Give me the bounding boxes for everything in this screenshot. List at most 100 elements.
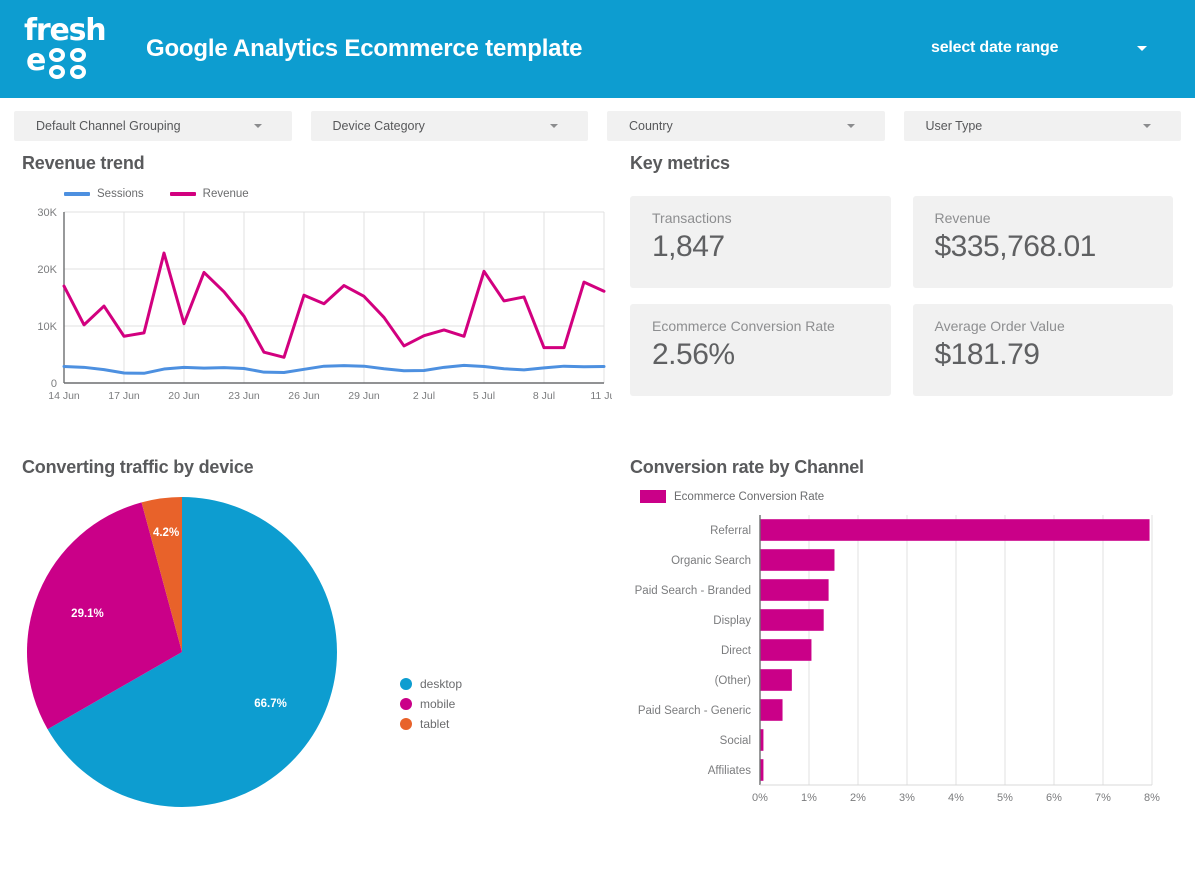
svg-text:2 Jul: 2 Jul: [413, 390, 435, 402]
fresh-egg-logo: fresh e: [22, 16, 114, 82]
pie-legend-dot-tablet: [400, 718, 412, 730]
chevron-down-icon: [253, 123, 262, 128]
legend-item-sessions[interactable]: Sessions: [64, 188, 144, 200]
metric-value: $181.79: [934, 338, 1040, 371]
svg-text:29 Jun: 29 Jun: [348, 390, 380, 402]
svg-text:29.1%: 29.1%: [71, 608, 104, 620]
device-pie-panel: Converting traffic by device 66.7% 29.1% 4…: [22, 457, 622, 812]
filter-default-channel-grouping[interactable]: Default Channel Grouping: [14, 110, 292, 141]
metric-label: Revenue: [934, 210, 991, 226]
svg-text:Social: Social: [720, 735, 751, 747]
svg-text:1%: 1%: [801, 792, 817, 804]
filter-label: Country: [629, 118, 673, 133]
channel-bar-panel: Conversion rate by Channel Ecommerce Con…: [622, 457, 1173, 812]
svg-text:Display: Display: [713, 615, 751, 627]
pie-legend-label-desktop: desktop: [420, 677, 463, 691]
legend-label-sessions: Sessions: [97, 188, 144, 200]
filter-label: User Type: [925, 118, 983, 133]
legend-swatch-sessions: [64, 192, 90, 196]
metric-label: Ecommerce Conversion Rate: [652, 318, 835, 334]
metric-card-average-order-value: Average Order Value $181.79: [912, 304, 1173, 396]
svg-text:Organic Search: Organic Search: [671, 555, 751, 567]
legend-swatch-ecommerce-conversion-rate: [640, 490, 666, 503]
pie-chart-svg: 66.7% 29.1% 4.2%: [26, 497, 337, 807]
filter-user-type[interactable]: User Type: [903, 110, 1181, 141]
filter-country[interactable]: Country: [607, 110, 885, 141]
revenue-trend-chart: Sessions Revenue 0 10K 20K 30K 14 Jun 17 Jun 2…: [22, 188, 622, 409]
svg-text:8 Jul: 8 Jul: [533, 390, 555, 402]
svg-text:23 Jun: 23 Jun: [228, 390, 260, 402]
date-range-selector[interactable]: select date range: [889, 30, 1177, 66]
svg-text:7%: 7%: [1095, 792, 1111, 804]
chevron-down-icon: [1143, 123, 1151, 128]
channel-bar-title: Conversion rate by Channel: [630, 457, 864, 477]
svg-text:8%: 8%: [1144, 792, 1160, 804]
device-pie-title: Converting traffic by device: [22, 457, 254, 477]
svg-text:(Other): (Other): [715, 675, 752, 687]
date-range-label: select date range: [931, 39, 1059, 56]
device-pie-chart: 66.7% 29.1% 4.2% desktop mobile tablet: [22, 492, 622, 812]
logo-text-fresh: fresh: [24, 13, 107, 48]
svg-text:66.7%: 66.7%: [254, 698, 287, 710]
svg-text:11 Jul: 11 Jul: [590, 390, 612, 402]
line-chart-legend: Sessions Revenue: [64, 188, 622, 200]
chevron-down-icon: [1137, 46, 1147, 51]
svg-text:30K: 30K: [37, 207, 57, 219]
svg-text:5%: 5%: [997, 792, 1013, 804]
legend-label-ecommerce-conversion-rate: Ecommerce Conversion Rate: [674, 490, 825, 503]
dashboard-row-top: Revenue trend Sessions Revenue 0 10K 20K 30…: [0, 153, 1195, 409]
pie-legend-dot-desktop: [400, 678, 412, 690]
svg-text:20K: 20K: [37, 264, 57, 276]
metric-value: 2.56%: [652, 338, 735, 371]
chevron-down-icon: [846, 123, 855, 128]
filter-label: Device Category: [332, 118, 425, 133]
svg-text:14 Jun: 14 Jun: [48, 390, 80, 402]
svg-text:5 Jul: 5 Jul: [473, 390, 495, 402]
svg-text:Paid Search - Generic: Paid Search - Generic: [638, 705, 751, 717]
line-chart-svg: 0 10K 20K 30K 14 Jun 17 Jun 20 Jun 23 Jun 26 Jun…: [37, 207, 612, 402]
pie-legend-item-tablet[interactable]: tablet: [400, 717, 462, 731]
bar-chart-legend[interactable]: Ecommerce Conversion Rate: [640, 490, 1173, 503]
metric-card-revenue: Revenue $335,768.01: [912, 196, 1173, 288]
app-header: fresh e Google Analytics Ecommerce templ…: [0, 0, 1195, 98]
pie-legend-label-tablet: tablet: [420, 717, 450, 731]
svg-text:4%: 4%: [948, 792, 964, 804]
metric-value: $335,768.01: [934, 230, 1097, 263]
metric-card-ecommerce-conversion-rate: Ecommerce Conversion Rate 2.56%: [630, 304, 891, 396]
svg-text:3%: 3%: [899, 792, 915, 804]
svg-text:17 Jun: 17 Jun: [108, 390, 140, 402]
svg-text:20 Jun: 20 Jun: [168, 390, 200, 402]
svg-text:2%: 2%: [850, 792, 866, 804]
metric-value: 1,847: [652, 230, 725, 263]
metric-card-transactions: Transactions 1,847: [630, 196, 891, 288]
key-metrics-title: Key metrics: [630, 153, 730, 173]
pie-legend-item-desktop[interactable]: desktop: [400, 677, 462, 691]
pie-legend-dot-mobile: [400, 698, 412, 710]
revenue-trend-title: Revenue trend: [22, 153, 145, 173]
svg-text:0%: 0%: [752, 792, 768, 804]
svg-text:Referral: Referral: [710, 525, 751, 537]
legend-item-revenue[interactable]: Revenue: [169, 188, 249, 200]
metric-label: Average Order Value: [934, 318, 1065, 334]
key-metrics-panel: Key metrics Transactions 1,847 Revenue $…: [622, 153, 1173, 409]
revenue-trend-panel: Revenue trend Sessions Revenue 0 10K 20K 30…: [22, 153, 622, 409]
pie-legend-label-mobile: mobile: [420, 697, 456, 711]
legend-label-revenue: Revenue: [202, 188, 249, 200]
svg-text:10K: 10K: [37, 321, 57, 333]
legend-swatch-revenue: [169, 192, 196, 196]
key-metrics-grid: Transactions 1,847 Revenue $335,768.01 E…: [630, 196, 1173, 396]
filter-device-category[interactable]: Device Category: [310, 110, 588, 141]
svg-text:26 Jun: 26 Jun: [288, 390, 320, 402]
svg-text:Affiliates: Affiliates: [708, 765, 752, 777]
metric-label: Transactions: [652, 210, 732, 226]
svg-text:Paid Search - Branded: Paid Search - Branded: [635, 585, 751, 597]
svg-text:0: 0: [51, 378, 57, 390]
chevron-down-icon: [550, 123, 558, 128]
pie-legend-item-mobile[interactable]: mobile: [400, 697, 462, 711]
svg-text:6%: 6%: [1046, 792, 1062, 804]
svg-text:4.2%: 4.2%: [153, 527, 179, 539]
svg-text:Direct: Direct: [721, 645, 752, 657]
filter-bar: Default Channel Grouping Device Category…: [0, 98, 1195, 153]
pie-legend: desktop mobile tablet: [400, 567, 462, 737]
logo-text-e: e: [26, 43, 47, 78]
